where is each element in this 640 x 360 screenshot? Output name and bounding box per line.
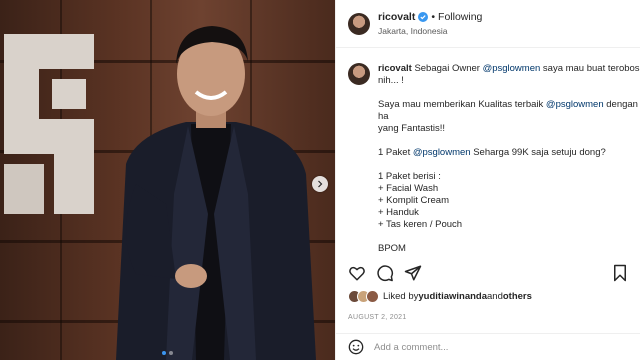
author-row: ricovalt • Following bbox=[378, 11, 482, 23]
smiley-icon[interactable] bbox=[348, 339, 364, 355]
heart-icon[interactable] bbox=[348, 264, 366, 282]
post-date[interactable]: AUGUST 2, 2021 bbox=[348, 314, 407, 321]
carousel-dot-active bbox=[162, 351, 166, 355]
caption-username[interactable]: ricovalt bbox=[378, 63, 412, 74]
chevron-right-icon bbox=[318, 180, 323, 188]
caption-mention[interactable]: @psglowmen bbox=[413, 147, 471, 158]
paper-plane-icon[interactable] bbox=[404, 264, 422, 282]
author-avatar[interactable] bbox=[348, 12, 370, 35]
comment-input[interactable] bbox=[374, 341, 604, 353]
carousel-indicator bbox=[0, 351, 335, 355]
post-header: ricovalt • Following Jakarta, Indonesia bbox=[336, 0, 640, 48]
caption-text: ricovalt Sebagai Owner @psglowmen saya m… bbox=[378, 63, 640, 254]
caption-mention[interactable]: @psglowmen bbox=[483, 63, 541, 74]
likes-others-link[interactable]: others bbox=[503, 291, 532, 302]
author-username[interactable]: ricovalt bbox=[378, 11, 415, 23]
liker-avatar bbox=[366, 290, 379, 303]
liker-avatars bbox=[348, 290, 379, 303]
post-actions bbox=[348, 263, 629, 283]
liked-by-user[interactable]: yuditiawinanda bbox=[418, 291, 487, 302]
likes-joiner: and bbox=[487, 291, 503, 302]
caption-segment: Sebagai Owner bbox=[414, 63, 483, 74]
verified-badge-icon bbox=[418, 12, 429, 22]
caption-author-avatar[interactable] bbox=[348, 63, 370, 85]
comment-bubble-icon[interactable] bbox=[376, 264, 394, 282]
caption-mention[interactable]: @psglowmen bbox=[546, 99, 604, 110]
post-details-panel: ricovalt • Following Jakarta, Indonesia … bbox=[335, 0, 640, 360]
carousel-dot bbox=[169, 351, 173, 355]
man-in-suit-image bbox=[116, 26, 316, 360]
author-meta: ricovalt • Following Jakarta, Indonesia bbox=[378, 11, 482, 36]
likes-summary: Liked by yuditiawinanda and others bbox=[348, 290, 532, 303]
post-photo[interactable] bbox=[0, 0, 335, 360]
comment-bar bbox=[336, 333, 640, 360]
likes-prefix: Liked by bbox=[383, 291, 419, 302]
post-location[interactable]: Jakarta, Indonesia bbox=[378, 26, 482, 36]
caption-area: ricovalt Sebagai Owner @psglowmen saya m… bbox=[336, 49, 640, 254]
header-separator: • bbox=[431, 11, 436, 23]
caption-segment: Seharga 99K saja setuju dong? 1 Paket be… bbox=[378, 147, 606, 254]
bookmark-icon[interactable] bbox=[611, 264, 629, 282]
carousel-next-button[interactable] bbox=[312, 176, 328, 192]
following-button[interactable]: Following bbox=[438, 11, 482, 23]
